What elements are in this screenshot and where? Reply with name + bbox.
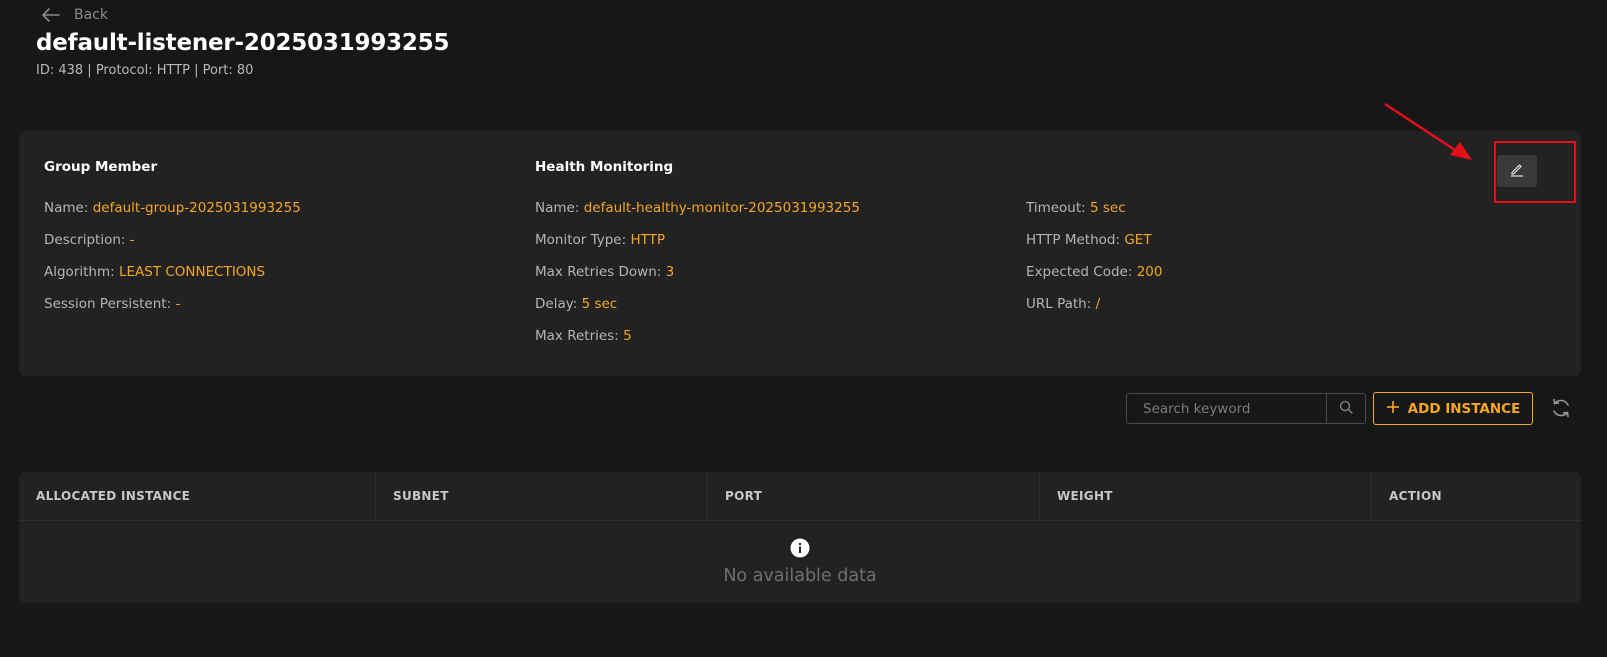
column-header-port[interactable]: PORT <box>708 472 1040 521</box>
monitor-type-value: HTTP <box>630 232 666 248</box>
search-box <box>1126 393 1366 424</box>
max-retries-value: 5 <box>623 328 632 344</box>
group-member-heading: Group Member <box>44 159 158 175</box>
group-session-row: Session Persistent: - <box>44 296 181 312</box>
group-session-value: - <box>175 296 181 312</box>
column-header-weight[interactable]: WEIGHT <box>1040 472 1372 521</box>
page-title: default-listener-2025031993255 <box>36 30 450 56</box>
url-path-row: URL Path: / <box>1026 296 1101 312</box>
url-path-value: / <box>1095 296 1101 312</box>
group-algorithm-row: Algorithm: LEAST CONNECTIONS <box>44 264 266 280</box>
search-button[interactable] <box>1326 394 1365 423</box>
delay-value: 5 sec <box>581 296 618 312</box>
column-header-subnet[interactable]: SUBNET <box>376 472 708 521</box>
search-icon <box>1339 399 1353 418</box>
group-member-section: Group Member Name: default-group-2025031… <box>44 157 301 326</box>
instances-table: ALLOCATED INSTANCE SUBNET PORT WEIGHT AC… <box>19 472 1581 603</box>
monitor-name-row: Name: default-healthy-monitor-2025031993… <box>535 200 860 216</box>
plus-icon <box>1386 400 1400 418</box>
empty-state-text: No available data <box>723 566 877 586</box>
empty-state: No available data <box>19 521 1581 603</box>
max-retries-down-row: Max Retries Down: 3 <box>535 264 675 280</box>
column-header-allocated-instance[interactable]: ALLOCATED INSTANCE <box>19 472 376 521</box>
page-subtitle: ID: 438 | Protocol: HTTP | Port: 80 <box>36 63 254 78</box>
edit-button[interactable] <box>1497 155 1537 187</box>
table-header: ALLOCATED INSTANCE SUBNET PORT WEIGHT AC… <box>19 472 1581 521</box>
max-retries-down-value: 3 <box>665 264 675 280</box>
listener-info-card: Group Member Name: default-group-2025031… <box>19 131 1581 376</box>
back-link[interactable]: Back <box>42 4 108 26</box>
group-description-row: Description: - <box>44 232 135 248</box>
health-monitoring-details: Timeout: 5 sec HTTP Method: GET Expected… <box>1026 198 1162 326</box>
expected-code-value: 200 <box>1136 264 1163 280</box>
back-label: Back <box>74 7 108 23</box>
http-method-row: HTTP Method: GET <box>1026 232 1152 248</box>
refresh-icon <box>1549 398 1573 424</box>
timeout-row: Timeout: 5 sec <box>1026 200 1126 216</box>
group-description-value: - <box>129 232 135 248</box>
add-instance-label: ADD INSTANCE <box>1407 400 1521 417</box>
group-name-value: default-group-2025031993255 <box>92 200 301 216</box>
group-algorithm-value: LEAST CONNECTIONS <box>118 264 266 280</box>
arrow-left-icon <box>42 8 60 22</box>
info-icon <box>790 538 810 562</box>
add-instance-button[interactable]: ADD INSTANCE <box>1373 392 1533 425</box>
health-monitoring-heading: Health Monitoring <box>535 159 674 175</box>
monitor-name-value: default-healthy-monitor-2025031993255 <box>583 200 860 216</box>
delay-row: Delay: 5 sec <box>535 296 618 312</box>
monitor-type-row: Monitor Type: HTTP <box>535 232 666 248</box>
group-name-row: Name: default-group-2025031993255 <box>44 200 301 216</box>
http-method-value: GET <box>1124 232 1152 248</box>
expected-code-row: Expected Code: 200 <box>1026 264 1163 280</box>
timeout-value: 5 sec <box>1090 200 1126 216</box>
pencil-icon <box>1509 161 1525 181</box>
search-input[interactable] <box>1127 394 1326 423</box>
column-header-action: ACTION <box>1389 489 1442 503</box>
max-retries-row: Max Retries: 5 <box>535 328 632 344</box>
refresh-button[interactable] <box>1549 396 1573 420</box>
health-monitoring-section: Health Monitoring Name: default-healthy-… <box>535 157 860 358</box>
